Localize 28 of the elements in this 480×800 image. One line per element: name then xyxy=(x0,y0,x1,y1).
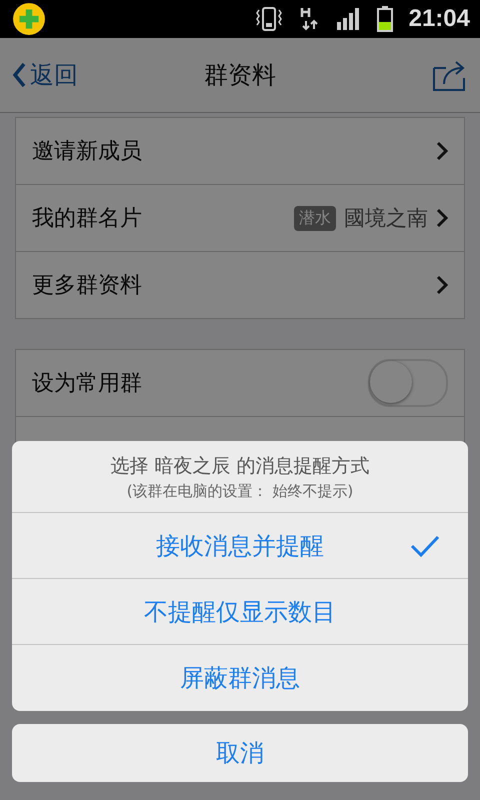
status-badge: 潜水 xyxy=(294,206,336,230)
cancel-button[interactable]: 取消 xyxy=(12,724,468,782)
screen-title: 群资料 xyxy=(204,60,276,91)
app-icon xyxy=(12,2,46,36)
row-label: 设为常用群 xyxy=(32,370,142,398)
chevron-icon xyxy=(436,275,448,295)
settings-row[interactable]: 邀请新成员 xyxy=(16,118,464,185)
signal-icon xyxy=(336,8,361,30)
row-value: 國境之南 xyxy=(344,205,428,232)
sheet-option[interactable]: 不提醒仅显示数目 xyxy=(12,579,468,645)
toggle-switch[interactable] xyxy=(368,359,448,407)
settings-row[interactable]: 我的群名片 潜水 國境之南 xyxy=(16,185,464,252)
battery-icon xyxy=(376,6,393,32)
chevron-icon xyxy=(436,141,448,161)
sheet-option[interactable]: 屏蔽群消息 xyxy=(12,645,468,711)
row-label: 邀请新成员 xyxy=(32,138,142,166)
settings-row[interactable]: 更多群资料 xyxy=(16,252,464,318)
settings-row[interactable]: 设为常用群 xyxy=(16,350,464,417)
sheet-option[interactable]: 接收消息并提醒 xyxy=(12,513,468,579)
vibrate-icon xyxy=(254,6,283,32)
row-label: 我的群名片 xyxy=(32,205,142,233)
row-label: 更多群资料 xyxy=(32,272,142,300)
sheet-title: 选择 暗夜之辰 的消息提醒方式 xyxy=(110,454,370,478)
clock: 21:04 xyxy=(408,5,470,33)
sheet-subtitle: (该群在电脑的设置： 始终不提示) xyxy=(126,482,354,500)
back-button[interactable]: 返回 xyxy=(12,59,78,91)
chevron-icon xyxy=(436,208,448,228)
back-chevron-icon xyxy=(12,62,26,88)
